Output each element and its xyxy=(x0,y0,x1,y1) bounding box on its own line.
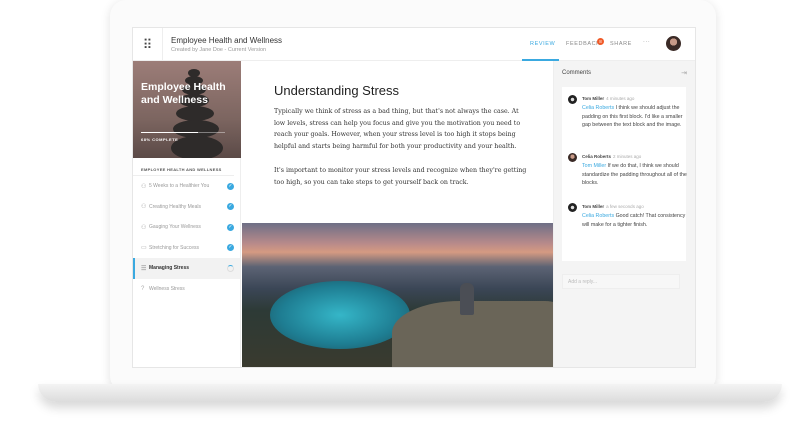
comment-thread: Tom Miller 4 minutes ago Celia Roberts I … xyxy=(562,87,687,261)
check-icon: ✓ xyxy=(227,244,234,252)
tab-review[interactable]: REVIEW xyxy=(530,41,555,47)
text-icon: ☰ xyxy=(141,265,147,272)
apps-grid-icon[interactable]: ⠿ xyxy=(133,28,163,61)
person-icon: ⚇ xyxy=(141,183,147,190)
sidebar-item-label: Gauging Your Wellness xyxy=(149,224,201,231)
mention-link[interactable]: Tom Miller xyxy=(582,163,606,169)
feedback-badge: 8 xyxy=(597,38,604,45)
check-icon: ✓ xyxy=(227,203,234,211)
laptop-base xyxy=(38,384,782,402)
course-subtitle: Created by Jane Doe - Current Version xyxy=(171,47,267,53)
comment-time: a few seconds ago xyxy=(606,204,644,209)
sidebar-item[interactable]: ? Wellness Stress xyxy=(133,279,240,300)
commenter-avatar xyxy=(568,95,577,104)
sidebar-item-label: Creating Healthy Meals xyxy=(149,203,201,210)
progress-label: 68% COMPLETE xyxy=(141,137,179,142)
in-progress-icon xyxy=(227,264,234,272)
paragraph-1: Typically we think of stress as a bad th… xyxy=(274,108,521,151)
course-title: Employee Health and Wellness xyxy=(171,36,283,45)
comment-author: Celia Roberts xyxy=(582,154,612,159)
person-icon: ⚇ xyxy=(141,204,147,211)
more-icon[interactable]: ··· xyxy=(643,39,650,45)
lake-mountain-image xyxy=(242,223,553,367)
sidebar-item-label: Stretching for Success xyxy=(149,244,200,251)
hero-title: Employee Health and Wellness xyxy=(141,81,226,106)
comment-time: 2 minutes ago xyxy=(613,154,642,159)
quiz-icon: ? xyxy=(141,285,145,292)
reply-input[interactable]: Add a reply... xyxy=(562,274,680,289)
collapse-panel-icon[interactable]: ⇥ xyxy=(681,69,687,77)
sidebar-item[interactable]: ⚇ Creating Healthy Meals ✓ xyxy=(133,197,240,218)
comment-author: Tom Miller xyxy=(582,96,605,101)
sidebar-item[interactable]: ⚇ 5 Weeks to a Healthier You ✓ xyxy=(133,176,240,197)
paragraph-2: It's important to monitor your stress le… xyxy=(274,167,527,186)
sidebar-item-label: Wellness Stress xyxy=(149,285,185,292)
commenter-avatar xyxy=(568,203,577,212)
check-icon: ✓ xyxy=(227,182,234,190)
mention-link[interactable]: Celia Roberts xyxy=(582,105,614,111)
commenter-avatar xyxy=(568,153,577,162)
comment-author: Tom Miller xyxy=(582,204,605,209)
mention-link[interactable]: Celia Roberts xyxy=(582,213,614,219)
lesson-title: Understanding Stress xyxy=(274,83,400,98)
app-window: ⠿ Employee Health and Wellness Created b… xyxy=(132,27,696,368)
tab-share[interactable]: SHARE xyxy=(610,41,632,47)
header: ⠿ Employee Health and Wellness Created b… xyxy=(133,28,695,61)
user-avatar[interactable] xyxy=(666,36,681,51)
check-icon: ✓ xyxy=(227,223,234,231)
video-icon: ▭ xyxy=(141,245,147,252)
sidebar: Employee Health and Wellness 68% COMPLET… xyxy=(133,61,241,367)
comments-title: Comments xyxy=(562,70,592,76)
sidebar-item-label: Managing Stress xyxy=(149,265,190,272)
course-hero: Employee Health and Wellness 68% COMPLET… xyxy=(133,61,241,158)
comments-panel: Comments ⇥ Tom Miller 4 minutes ago Celia… xyxy=(553,61,695,367)
comment-time: 4 minutes ago xyxy=(606,96,635,101)
progress-bar xyxy=(141,132,225,133)
sidebar-item[interactable]: ▭ Stretching for Success ✓ xyxy=(133,238,240,259)
sidebar-item[interactable]: ☰ Managing Stress xyxy=(133,258,240,279)
sidebar-item[interactable]: ⚇ Gauging Your Wellness ✓ xyxy=(133,217,240,238)
person-icon: ⚇ xyxy=(141,224,147,231)
tab-feedback[interactable]: FEEDBACK xyxy=(566,41,600,47)
sidebar-item-label: 5 Weeks to a Healthier You xyxy=(149,183,210,190)
lesson-content: Understanding Stress Typically we think … xyxy=(242,61,553,367)
section-heading: EMPLOYEE HEALTH AND WELLNESS xyxy=(133,158,234,176)
